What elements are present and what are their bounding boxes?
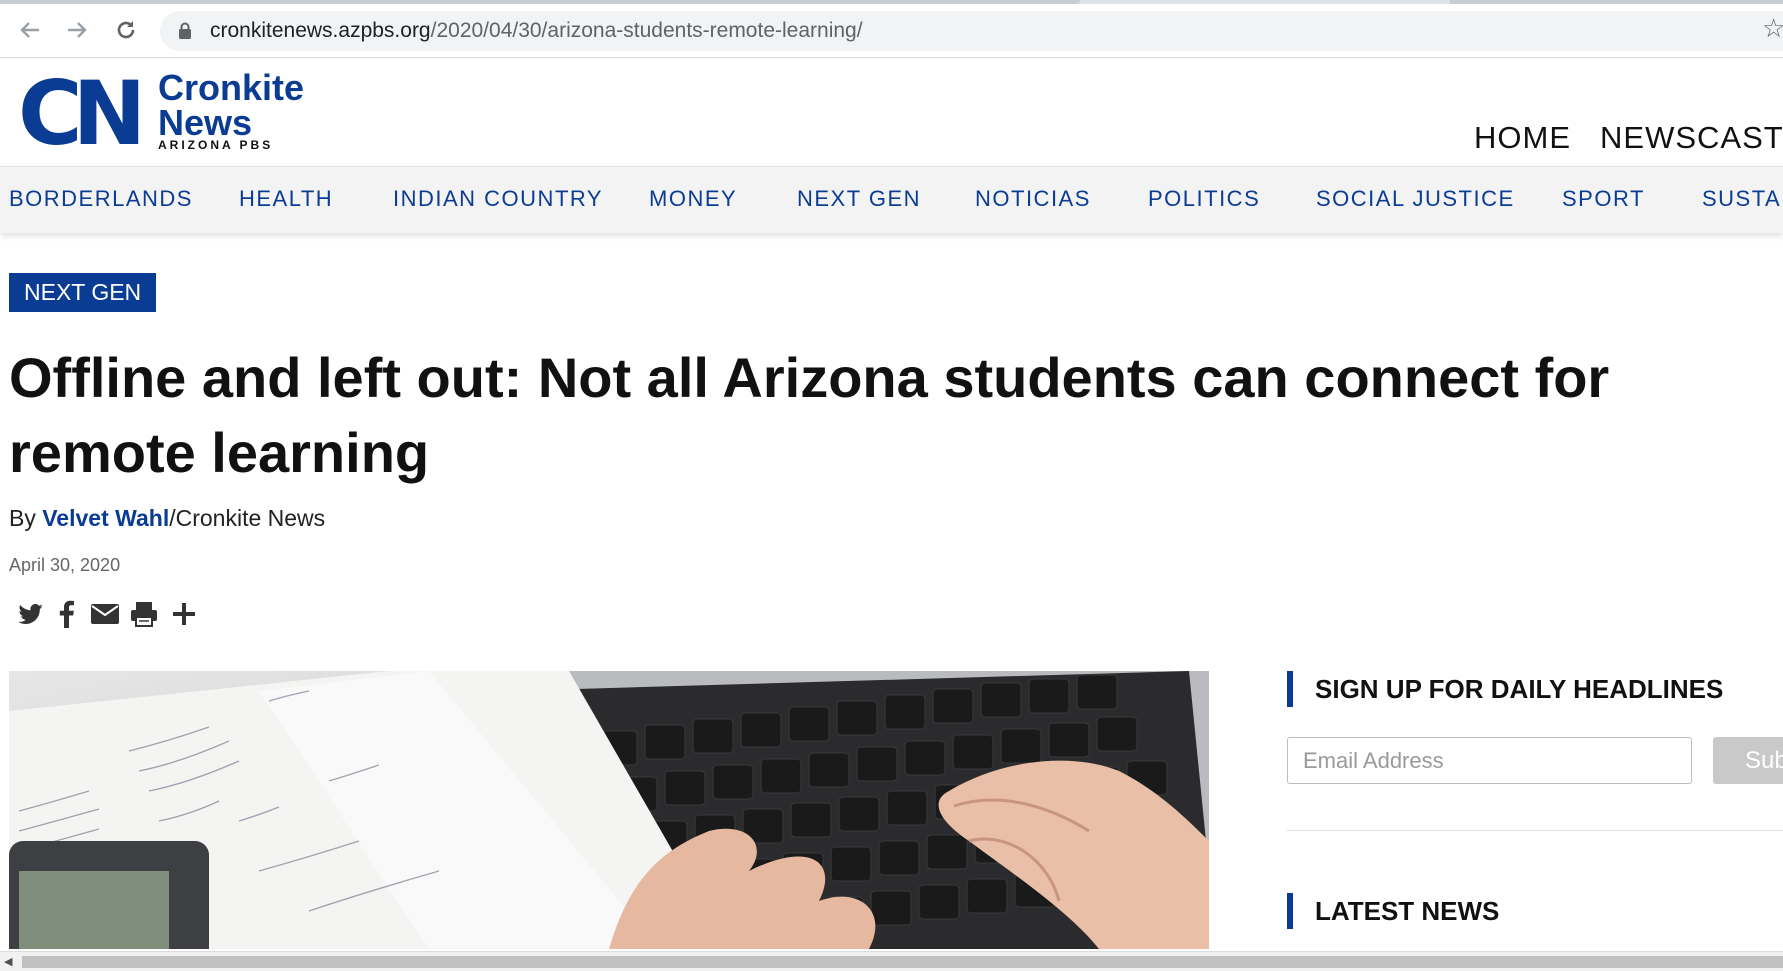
byline: By Velvet Wahl/Cronkite News bbox=[9, 505, 325, 532]
nav-newscast[interactable]: NEWSCAST bbox=[1600, 120, 1783, 156]
section-social-justice[interactable]: SOCIAL JUSTICE bbox=[1316, 186, 1515, 212]
hero-image bbox=[9, 671, 1209, 949]
logo-mark[interactable]: CN bbox=[18, 70, 146, 158]
site-header: CN Cronkite News ARIZONA PBS HOME NEWSCA… bbox=[0, 58, 1783, 166]
section-politics[interactable]: POLITICS bbox=[1148, 186, 1260, 212]
section-noticias[interactable]: NOTICIAS bbox=[975, 186, 1091, 212]
section-money[interactable]: MONEY bbox=[649, 186, 737, 212]
forward-button[interactable] bbox=[61, 14, 93, 46]
reload-icon bbox=[117, 21, 135, 39]
arrow-right-icon bbox=[68, 22, 87, 38]
scrollbar-thumb[interactable] bbox=[22, 956, 1783, 968]
url-text[interactable]: cronkitenews.azpbs.org/2020/04/30/arizon… bbox=[210, 19, 863, 43]
logo-wordmark[interactable]: Cronkite News bbox=[158, 67, 305, 144]
nav-home[interactable]: HOME bbox=[1474, 120, 1571, 156]
logo-line-1: Cronkite bbox=[158, 67, 305, 108]
print-icon[interactable] bbox=[128, 598, 160, 630]
reload-button[interactable] bbox=[110, 14, 142, 46]
url-path: /2020/04/30/arizona-students-remote-lear… bbox=[430, 19, 863, 42]
article-headline: Offline and left out: Not all Arizona st… bbox=[9, 340, 1669, 490]
email-icon[interactable] bbox=[89, 598, 121, 630]
plus-icon[interactable] bbox=[168, 598, 200, 630]
email-field[interactable] bbox=[1287, 737, 1692, 784]
horizontal-scrollbar[interactable]: ◀ bbox=[0, 951, 1783, 971]
headline-line-1: Offline and left out: Not all Arizona st… bbox=[9, 346, 1610, 409]
back-button[interactable] bbox=[14, 14, 46, 46]
browser-toolbar: cronkitenews.azpbs.org/2020/04/30/arizon… bbox=[0, 0, 1783, 58]
tab-strip bbox=[0, 0, 1783, 4]
publish-date: April 30, 2020 bbox=[9, 555, 121, 575]
section-sustainability[interactable]: SUSTAI bbox=[1702, 186, 1783, 212]
section-next-gen[interactable]: NEXT GEN bbox=[797, 186, 921, 212]
logo-line-2: News bbox=[158, 102, 253, 144]
latest-news-heading: LATEST NEWS bbox=[1287, 893, 1499, 929]
twitter-icon[interactable] bbox=[14, 598, 46, 630]
section-borderlands[interactable]: BORDERLANDS bbox=[9, 186, 193, 212]
signup-heading: SIGN UP FOR DAILY HEADLINES bbox=[1287, 671, 1723, 707]
section-nav: BORDERLANDS HEALTH INDIAN COUNTRY MONEY … bbox=[0, 166, 1783, 233]
lock-icon bbox=[179, 22, 191, 39]
arrow-left-icon bbox=[20, 22, 39, 38]
byline-outlet: /Cronkite News bbox=[169, 505, 326, 531]
byline-prefix: By bbox=[9, 505, 43, 531]
section-indian-country[interactable]: INDIAN COUNTRY bbox=[393, 186, 603, 212]
star-icon[interactable]: ☆ bbox=[1762, 14, 1783, 44]
headline-line-2: remote learning bbox=[9, 421, 430, 484]
category-badge[interactable]: NEXT GEN bbox=[9, 273, 157, 312]
scroll-left-icon[interactable]: ◀ bbox=[4, 955, 12, 968]
sidebar-divider bbox=[1287, 830, 1783, 831]
author-link[interactable]: Velvet Wahl bbox=[42, 505, 169, 531]
laptop-typing-illustration bbox=[9, 671, 1209, 949]
url-host: cronkitenews.azpbs.org bbox=[210, 19, 431, 42]
facebook-icon[interactable] bbox=[51, 598, 83, 630]
section-health[interactable]: HEALTH bbox=[239, 186, 333, 212]
section-sport[interactable]: SPORT bbox=[1562, 186, 1645, 212]
subscribe-button[interactable]: Sub bbox=[1713, 737, 1783, 784]
logo-subtitle: ARIZONA PBS bbox=[158, 138, 274, 152]
